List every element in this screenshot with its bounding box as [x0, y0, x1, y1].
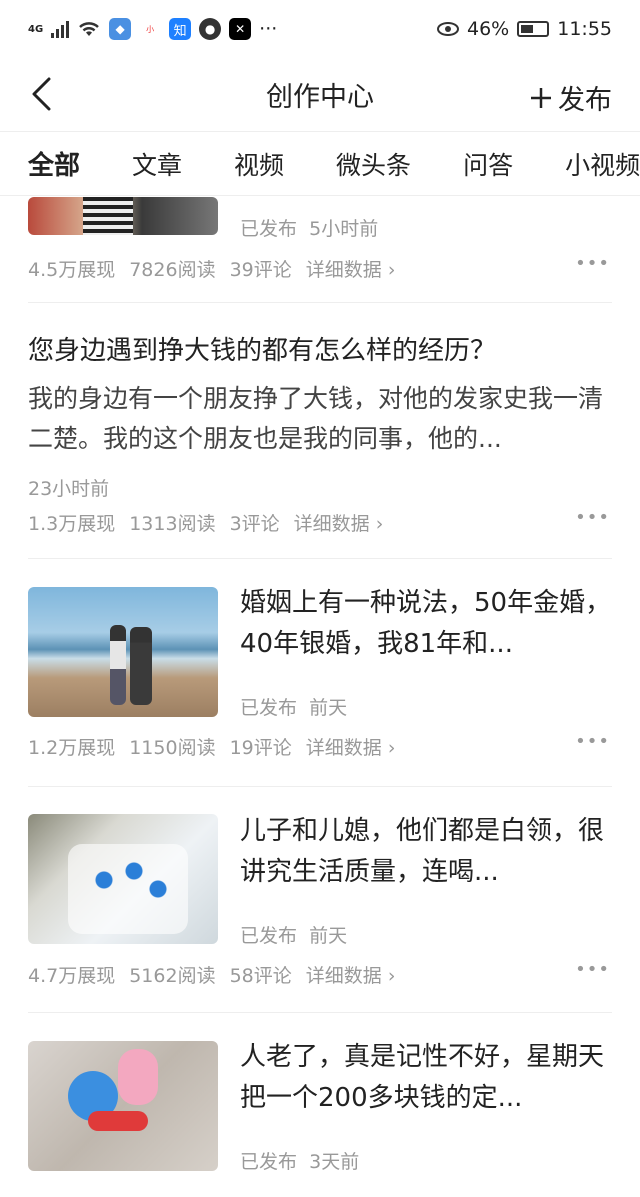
- publish-status: 已发布 前天: [240, 697, 348, 719]
- status-bar: 4G ◆ 小 知 ● ✕ ··· 46% 11:55: [0, 0, 640, 58]
- reads-count: 7826阅读: [129, 259, 216, 281]
- zhihu-icon: 知: [169, 18, 192, 40]
- publish-status: 已发布 3天前: [240, 1151, 360, 1173]
- list-item[interactable]: 儿子和儿媳，他们都是白领，很讲究生活质量，连喝... 已发布 前天 4.7万展现…: [28, 787, 612, 1013]
- category-tabs: 全部 文章 视频 微头条 问答 小视频: [0, 132, 640, 196]
- item-title: 您身边遇到挣大钱的都有怎么样的经历？: [28, 336, 497, 366]
- tab-all[interactable]: 全部: [0, 145, 106, 182]
- item-title: 婚姻上有一种说法，50年金婚，40年银婚，我81年和...: [240, 588, 612, 659]
- item-stats: 4.5万展现 7826阅读 39评论 详细数据 ›: [28, 255, 395, 282]
- reads-count: 5162阅读: [129, 965, 216, 987]
- article-thumbnail: [28, 587, 218, 717]
- tab-videos[interactable]: 视频: [208, 146, 310, 182]
- tab-weitoutiao[interactable]: 微头条: [310, 146, 437, 182]
- network-type: 4G: [28, 23, 44, 35]
- article-thumbnail: [28, 1041, 218, 1171]
- publish-label: 发布: [558, 85, 612, 116]
- views-count: 1.2万展现: [28, 737, 116, 759]
- capcut-icon: ✕: [229, 18, 252, 40]
- tab-articles[interactable]: 文章: [106, 146, 208, 182]
- comments-count: 19评论: [229, 737, 292, 759]
- item-stats: 1.3万展现 1313阅读 3评论 详细数据 ›: [28, 509, 383, 536]
- item-summary: 我的身边有一个朋友挣了大钱，对他的发家史我一清二楚。我的这个朋友也是我的同事，他…: [28, 384, 604, 453]
- more-options-icon[interactable]: •••: [575, 507, 610, 528]
- more-options-icon[interactable]: •••: [575, 959, 610, 980]
- detail-data-link[interactable]: 详细数据 ›: [306, 961, 396, 988]
- comments-count: 3评论: [229, 513, 280, 535]
- item-time: 23小时前: [28, 478, 110, 500]
- battery-icon: [517, 21, 550, 37]
- eye-icon: [437, 22, 459, 36]
- item-stats: 4.7万展现 5162阅读 58评论 详细数据 ›: [28, 961, 395, 988]
- tab-qa[interactable]: 问答: [437, 146, 539, 182]
- weibo-icon: ◆: [109, 18, 132, 40]
- reads-count: 1313阅读: [129, 513, 216, 535]
- detail-data-link[interactable]: 详细数据 ›: [306, 255, 396, 282]
- reads-count: 1150阅读: [129, 737, 216, 759]
- views-count: 4.5万展现: [28, 259, 116, 281]
- item-title: 儿子和儿媳，他们都是白领，很讲究生活质量，连喝...: [240, 816, 605, 887]
- tab-short-videos[interactable]: 小视频: [539, 146, 640, 182]
- article-thumbnail: [28, 814, 218, 944]
- article-thumbnail: [28, 197, 218, 235]
- comments-count: 58评论: [229, 965, 292, 987]
- status-left: 4G ◆ 小 知 ● ✕ ···: [28, 18, 277, 40]
- more-status-icon: ···: [259, 18, 278, 40]
- plus-icon: [531, 87, 551, 108]
- publish-button[interactable]: 发布: [530, 78, 612, 117]
- list-item[interactable]: 婚姻上有一种说法，50年金婚，40年银婚，我81年和... 已发布 前天 1.2…: [28, 559, 612, 785]
- comments-count: 39评论: [229, 259, 292, 281]
- item-stats: 1.2万展现 1150阅读 19评论 详细数据 ›: [28, 733, 395, 760]
- views-count: 1.3万展现: [28, 513, 116, 535]
- detail-data-link[interactable]: 详细数据 ›: [306, 733, 396, 760]
- clock: 11:55: [557, 18, 612, 40]
- xiaohongshu-icon: 小: [139, 18, 162, 40]
- detail-data-link[interactable]: 详细数据 ›: [294, 509, 384, 536]
- battery-percent: 46%: [467, 18, 510, 40]
- list-item[interactable]: 您身边遇到挣大钱的都有怎么样的经历？ 我的身边有一个朋友挣了大钱，对他的发家史我…: [28, 303, 612, 557]
- item-title: 人老了，真是记性不好，星期天把一个200多块钱的定...: [240, 1042, 605, 1113]
- more-options-icon[interactable]: •••: [575, 253, 610, 274]
- publish-status: 已发布 前天: [240, 925, 348, 947]
- content-list: 已发布 5小时前 4.5万展现 7826阅读 39评论 详细数据 › ••• 您…: [0, 197, 640, 1197]
- wifi-icon: [79, 22, 100, 36]
- more-options-icon[interactable]: •••: [575, 731, 610, 752]
- status-right: 46% 11:55: [437, 18, 612, 40]
- signal-icon: [51, 20, 70, 38]
- nav-header: 创作中心 发布: [0, 58, 640, 132]
- views-count: 4.7万展现: [28, 965, 116, 987]
- toutiao-icon: ●: [199, 18, 222, 40]
- publish-status: 已发布 5小时前: [240, 218, 379, 240]
- list-item[interactable]: 人老了，真是记性不好，星期天把一个200多块钱的定... 已发布 3天前: [28, 1013, 612, 1197]
- list-item[interactable]: 已发布 5小时前 4.5万展现 7826阅读 39评论 详细数据 › •••: [28, 197, 612, 302]
